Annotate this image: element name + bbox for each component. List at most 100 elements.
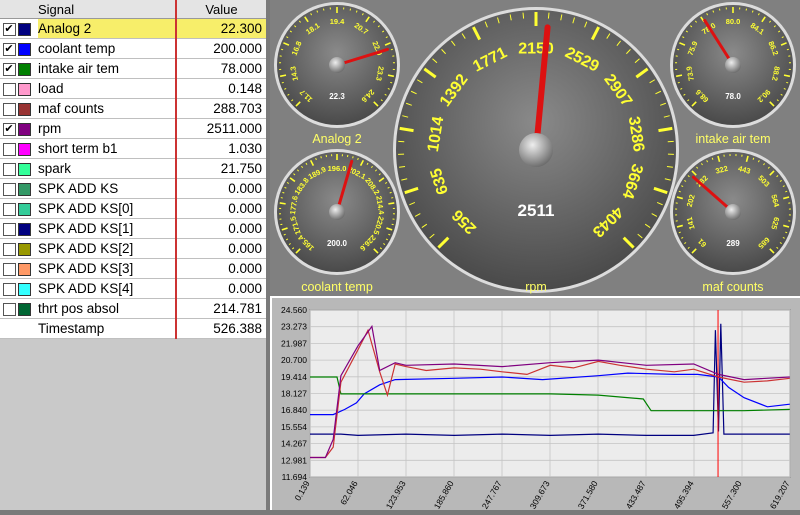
signal-checkbox[interactable]: ✔	[3, 63, 16, 76]
header-signal[interactable]: Signal	[0, 0, 176, 19]
signal-color-swatch[interactable]	[18, 203, 31, 216]
signal-name: SPK ADD KS	[38, 179, 176, 199]
gauge-tick-label: 19.4	[330, 17, 345, 26]
gauge-tick	[523, 13, 524, 19]
signal-name: SPK ADD KS[0]	[38, 199, 176, 219]
signal-row[interactable]: ✔rpm2511.000	[0, 119, 266, 139]
y-tick-label: 15.554	[281, 422, 307, 432]
signal-value: 214.781	[176, 299, 266, 319]
header-value[interactable]: Value	[176, 0, 266, 19]
signal-row[interactable]: SPK ADD KS[1]0.000	[0, 219, 266, 239]
signal-color-swatch[interactable]	[18, 63, 31, 76]
gauge-hub	[329, 204, 345, 220]
gauge-rpm: 2566351014139217712150252929073286366440…	[393, 7, 679, 294]
signal-row[interactable]: SPK ADD KS[4]0.000	[0, 279, 266, 299]
gauge-tick	[785, 232, 787, 233]
signal-name: SPK ADD KS[4]	[38, 279, 176, 299]
x-tick-label: 185.860	[432, 479, 456, 510]
x-tick-label: 247.767	[480, 479, 504, 510]
gauge-tick	[316, 158, 317, 160]
signal-color-swatch[interactable]	[18, 303, 31, 316]
x-tick-label: 123.953	[384, 479, 408, 510]
signal-checkbox[interactable]	[3, 103, 16, 116]
signal-checkbox[interactable]	[3, 223, 16, 236]
timestamp-value: 526.388	[176, 319, 266, 339]
gauge-coolant: 165.4171.5177.6183.8189.9196.0202.1208.2…	[274, 149, 400, 294]
signal-checkbox[interactable]: ✔	[3, 123, 16, 136]
signal-color-swatch[interactable]	[18, 163, 31, 176]
gauge-iat: 68.673.975.978.080.084.186.288.290.278.0…	[670, 2, 796, 146]
gauge-tick	[388, 203, 394, 204]
signal-checkbox[interactable]	[3, 283, 16, 296]
gauge-tick	[785, 191, 787, 192]
gauge-hub	[329, 57, 345, 73]
gauge-tick	[679, 191, 681, 192]
signal-checkbox[interactable]	[3, 143, 16, 156]
signal-row[interactable]: thrt pos absol214.781	[0, 299, 266, 319]
gauge-tick	[679, 232, 681, 233]
x-tick-label: 557.300	[720, 479, 744, 510]
gauge-tick	[390, 192, 392, 193]
signal-checkbox[interactable]	[3, 303, 16, 316]
timestamp-label: Timestamp	[38, 319, 176, 339]
signal-value: 0.000	[176, 199, 266, 219]
gauge-label: rpm	[525, 280, 547, 294]
signal-color-swatch[interactable]	[18, 103, 31, 116]
signal-row[interactable]: maf counts288.703	[0, 99, 266, 119]
gauge-hub	[519, 133, 553, 167]
signal-checkbox[interactable]	[3, 263, 16, 276]
signal-checkbox[interactable]	[3, 83, 16, 96]
signal-checkbox[interactable]: ✔	[3, 43, 16, 56]
gauge-tick	[282, 82, 284, 83]
gauge-tick	[752, 11, 753, 13]
y-tick-label: 19.414	[281, 372, 307, 382]
signal-row[interactable]: short term b11.030	[0, 139, 266, 159]
signal-color-swatch[interactable]	[18, 143, 31, 156]
gauge-tick	[280, 203, 286, 204]
signal-row[interactable]: SPK ADD KS[3]0.000	[0, 259, 266, 279]
signal-checkbox[interactable]	[3, 203, 16, 216]
signal-checkbox[interactable]	[3, 243, 16, 256]
gauge-tick	[753, 158, 754, 160]
signal-name: spark	[38, 159, 176, 179]
signal-value: 78.000	[176, 59, 266, 79]
signal-color-swatch[interactable]	[18, 283, 31, 296]
x-tick-label: 495.394	[672, 479, 696, 510]
y-tick-label: 20.700	[281, 355, 307, 365]
signal-color-swatch[interactable]	[18, 243, 31, 256]
signal-color-swatch[interactable]	[18, 263, 31, 276]
timestamp-row: Timestamp526.388	[0, 319, 266, 339]
signal-table: Signal Value ✔Analog 222.300✔coolant tem…	[0, 0, 266, 510]
signal-row[interactable]: ✔Analog 222.300	[0, 19, 266, 39]
signal-color-swatch[interactable]	[18, 223, 31, 236]
signal-checkbox[interactable]	[3, 183, 16, 196]
trend-chart[interactable]: 24.56023.27321.98720.70019.41418.12716.8…	[270, 296, 800, 510]
gauge-tick	[713, 11, 714, 13]
gauge-tick	[787, 49, 789, 50]
signal-value: 0.000	[176, 259, 266, 279]
gauge-label: Analog 2	[312, 132, 361, 146]
signal-color-swatch[interactable]	[18, 23, 31, 36]
signal-row[interactable]: SPK ADD KS[2]0.000	[0, 239, 266, 259]
y-tick-label: 12.981	[281, 455, 307, 465]
signal-color-swatch[interactable]	[18, 123, 31, 136]
signal-row[interactable]: SPK ADD KS[0]0.000	[0, 199, 266, 219]
gauge-tick	[317, 11, 318, 13]
signal-color-swatch[interactable]	[18, 183, 31, 196]
gauge-tick	[390, 82, 392, 83]
gauge-readout: 22.3	[329, 92, 345, 101]
gauge-tick	[677, 49, 679, 50]
signal-color-swatch[interactable]	[18, 43, 31, 56]
gauge-tick	[712, 158, 713, 160]
gauge-tick	[358, 158, 359, 160]
signal-row[interactable]: load0.148	[0, 79, 266, 99]
signal-checkbox[interactable]: ✔	[3, 23, 16, 36]
signal-checkbox[interactable]	[3, 163, 16, 176]
signal-row[interactable]: ✔intake air tem78.000	[0, 59, 266, 79]
signal-value: 0.000	[176, 279, 266, 299]
signal-color-swatch[interactable]	[18, 83, 31, 96]
signal-row[interactable]: ✔coolant temp200.000	[0, 39, 266, 59]
gauge-tick-label: 196.0	[328, 164, 347, 173]
signal-row[interactable]: SPK ADD KS0.000	[0, 179, 266, 199]
signal-row[interactable]: spark21.750	[0, 159, 266, 179]
